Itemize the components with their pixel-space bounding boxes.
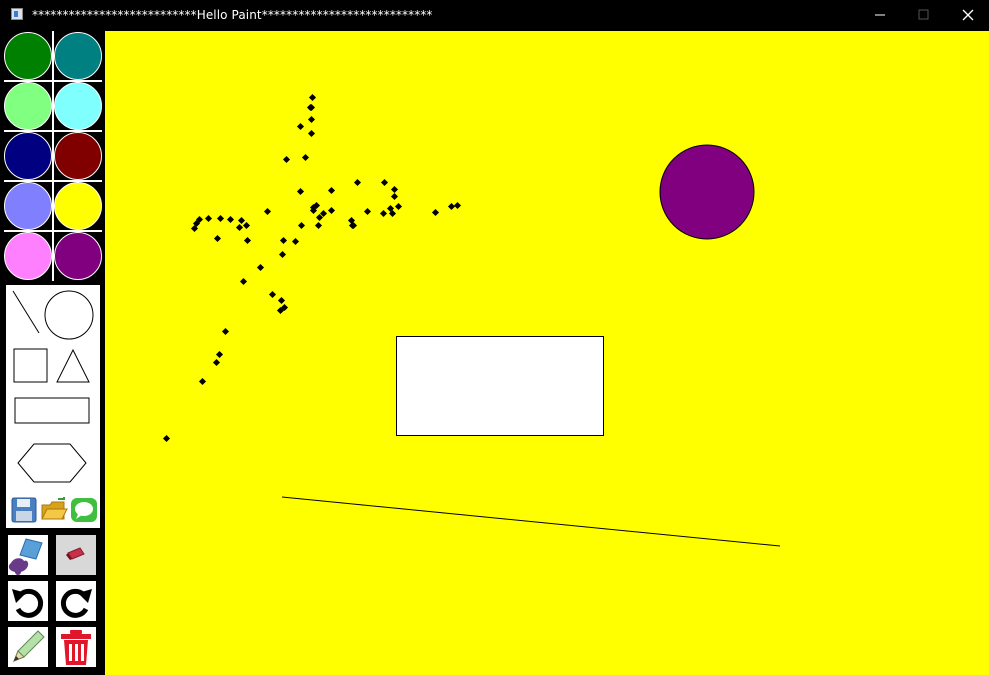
color-swatch-yellow[interactable] <box>54 182 102 230</box>
line-tool-icon[interactable] <box>10 289 42 335</box>
shape-tools-panel <box>6 285 100 528</box>
tool-sidebar <box>0 31 105 675</box>
color-swatch-teal[interactable] <box>54 32 102 80</box>
undo-button[interactable] <box>8 581 48 621</box>
open-folder-icon[interactable] <box>40 497 68 523</box>
color-swatch-navy[interactable] <box>4 132 52 180</box>
eraser-button[interactable] <box>56 535 96 575</box>
color-swatch-pink[interactable] <box>4 232 52 280</box>
redo-icon <box>60 588 92 618</box>
palette-divider <box>4 180 102 182</box>
save-icon[interactable] <box>11 497 37 523</box>
triangle-tool-icon[interactable] <box>54 347 92 385</box>
drawn-line <box>281 496 781 547</box>
close-icon <box>962 9 974 21</box>
app-icon <box>11 8 23 20</box>
square-tool-icon[interactable] <box>12 347 50 385</box>
trash-button[interactable] <box>56 627 96 667</box>
rectangle-tool-icon[interactable] <box>14 395 92 425</box>
maximize-button[interactable] <box>901 0 947 31</box>
redo-button[interactable] <box>56 581 96 621</box>
pencil-icon <box>13 630 45 662</box>
hexagon-tool-icon[interactable] <box>16 441 88 485</box>
color-swatch-green[interactable] <box>4 32 52 80</box>
color-swatch-purple[interactable] <box>54 232 102 280</box>
palette-divider <box>4 80 102 82</box>
paint-bucket-icon <box>8 535 48 575</box>
maximize-icon <box>918 9 929 20</box>
circle-tool-icon[interactable] <box>43 289 95 341</box>
drawn-rectangle <box>396 336 604 436</box>
color-swatch-maroon[interactable] <box>54 132 102 180</box>
color-swatch-light-green[interactable] <box>4 82 52 130</box>
canvas-shapes <box>281 144 781 547</box>
eraser-icon <box>56 535 96 575</box>
color-swatch-periwinkle[interactable] <box>4 182 52 230</box>
palette-divider <box>4 130 102 132</box>
fill-bucket-button[interactable] <box>8 535 48 575</box>
palette-divider <box>4 230 102 232</box>
drawing-canvas[interactable] <box>105 31 989 675</box>
title-bar: ***************************Hello Paint**… <box>0 0 989 31</box>
pencil-button[interactable] <box>8 627 48 667</box>
drawn-circle <box>659 144 755 240</box>
close-button[interactable] <box>945 0 989 31</box>
color-swatch-light-cyan[interactable] <box>54 82 102 130</box>
chat-icon[interactable] <box>70 497 98 523</box>
trash-icon <box>61 630 91 665</box>
minimize-icon <box>875 14 885 16</box>
window-title: ***************************Hello Paint**… <box>32 8 433 22</box>
undo-icon <box>12 588 44 618</box>
minimize-button[interactable] <box>857 0 903 31</box>
